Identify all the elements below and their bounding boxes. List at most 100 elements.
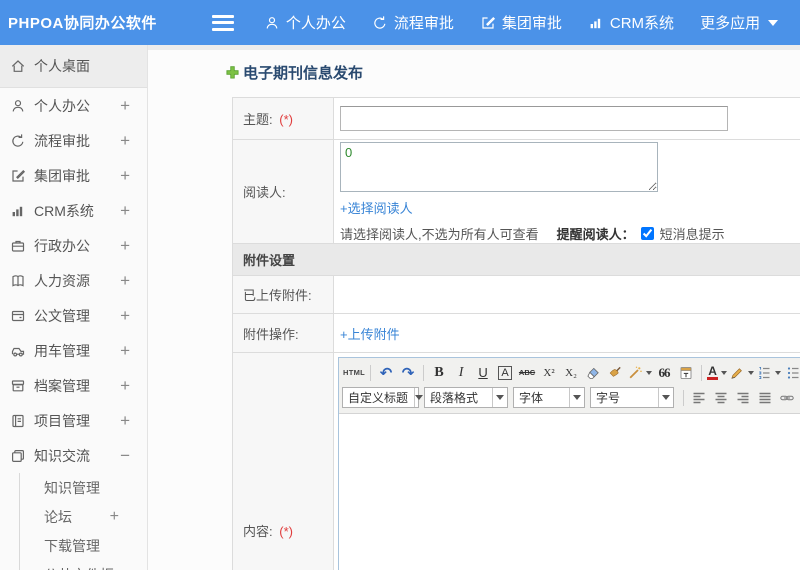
sidebar-subitem-public-file-cabinet[interactable]: 公共文件柜 [20,560,147,570]
sidebar-item-crm[interactable]: CRM系统 + [0,193,147,228]
align-left-button[interactable] [688,387,710,408]
underline-button[interactable]: U [472,362,494,383]
sidebar-subitem-download-mgmt[interactable]: 下载管理 [20,531,147,560]
chevron-down-icon [569,388,584,407]
expand-plus-icon: + [120,130,130,150]
nav-label: 集团审批 [501,15,562,32]
bold-button[interactable]: B [428,362,450,383]
editor-content-area[interactable] [339,414,800,570]
chevron-down-icon [768,19,779,26]
justify-icon [757,390,773,406]
content-panel: 电子期刊信息发布 主题: (*) 阅读人: 0 +选择阅读人 请选择阅读人,不选… [148,50,800,570]
sidebar-item-project-mgmt[interactable]: 项目管理 + [0,403,147,438]
highlight-color-button[interactable] [728,362,755,383]
required-mark: (*) [279,523,293,539]
font-style-button[interactable]: A [494,362,516,383]
readers-hint-text: 请选择阅读人,不选为所有人可查看 [340,227,539,242]
bar-chart-icon [10,203,26,219]
insert-link-button[interactable] [776,387,798,408]
eraser-icon [585,365,601,381]
app-window: PHPOA协同办公软件 个人办公 流程审批 集团审批 CRM系统 更多应用 个人… [0,0,800,570]
sidebar-item-group-approval[interactable]: 集团审批 + [0,158,147,193]
expand-plus-icon: + [120,375,130,395]
subject-label-cell: 主题: (*) [232,97,334,140]
notebook-icon [10,413,26,429]
top-header: PHPOA协同办公软件 个人办公 流程审批 集团审批 CRM系统 更多应用 [0,0,800,45]
sidebar-item-document-mgmt[interactable]: 公文管理 + [0,298,147,333]
hamburger-menu-icon[interactable] [211,14,234,31]
nav-group-approval[interactable]: 集团审批 [480,12,562,33]
clear-format-button[interactable] [604,362,626,383]
sidebar-item-archive-mgmt[interactable]: 档案管理 + [0,368,147,403]
align-center-icon [713,390,729,406]
italic-button[interactable]: I [450,362,472,383]
nav-label: 流程审批 [393,15,454,32]
sidebar-item-admin-office[interactable]: 行政办公 + [0,228,147,263]
subscript-button[interactable]: X₂ [560,362,582,383]
sidebar-item-vehicle-mgmt[interactable]: 用车管理 + [0,333,147,368]
user-icon [10,98,26,114]
sidebar-item-personal-desktop[interactable]: 个人桌面 [0,45,147,88]
magic-wand-icon [627,365,643,381]
home-icon [10,58,26,74]
sidebar-item-hr[interactable]: 人力资源 + [0,263,147,298]
custom-title-select[interactable]: 自定义标题 [342,387,424,408]
justify-button[interactable] [754,387,776,408]
remind-readers-label: 提醒阅读人： [556,227,635,242]
nav-process-approval[interactable]: 流程审批 [372,12,454,33]
sidebar-item-knowledge-exchange[interactable]: 知识交流 − [0,438,147,473]
attachments-section-header: 附件设置 [232,243,800,276]
layers-icon [10,448,26,464]
align-center-button[interactable] [710,387,732,408]
bullet-list-icon [785,365,800,381]
superscript-button[interactable]: X² [538,362,560,383]
expand-plus-icon: + [120,200,130,220]
blockquote-button[interactable]: 66 [653,362,675,383]
nav-crm-system[interactable]: CRM系统 [588,12,674,33]
font-family-select[interactable]: 字体 [513,387,585,408]
sidebar-item-personal-office[interactable]: 个人办公 + [0,88,147,123]
uploaded-attachments-label-cell: 已上传附件: [232,275,334,314]
readers-label-cell: 阅读人: [232,139,334,244]
paragraph-format-select[interactable]: 段落格式 [424,387,508,408]
sms-notify-checkbox[interactable] [640,227,654,240]
content-label-cell: 内容: (*) [232,352,334,570]
select-readers-link[interactable]: +选择阅读人 [340,198,413,217]
briefcase-icon [10,238,26,254]
align-right-button[interactable] [732,387,754,408]
sidebar-item-process-approval[interactable]: 流程审批 + [0,123,147,158]
bar-chart-icon [588,15,604,31]
undo-button[interactable]: ↶ [375,362,397,383]
subject-input[interactable] [340,106,728,131]
main-content: 电子期刊信息发布 主题: (*) 阅读人: 0 +选择阅读人 请选择阅读人,不选… [148,45,800,570]
process-arrow-icon [372,15,388,31]
unordered-list-button[interactable] [782,362,800,383]
source-code-button[interactable]: HTML [342,362,366,383]
sidebar-subitem-knowledge-mgmt[interactable]: 知识管理 [20,473,147,502]
expand-plus-icon: + [120,95,130,115]
nav-personal-office[interactable]: 个人办公 [264,12,346,33]
strikethrough-button[interactable]: ABC [516,362,538,383]
quick-format-button[interactable] [626,362,653,383]
expand-plus-icon: + [120,305,130,325]
nav-more-apps[interactable]: 更多应用 [700,12,779,33]
separator [370,364,372,381]
chevron-down-icon [720,370,727,375]
redo-button[interactable]: ↷ [397,362,419,383]
user-icon [264,15,280,31]
readers-textarea[interactable]: 0 [340,142,658,192]
link-icon [779,390,795,406]
sidebar-subitem-forum[interactable]: 论坛 + [20,502,147,531]
font-color-button[interactable]: A [706,362,728,383]
upload-attachment-link[interactable]: +上传附件 [340,327,400,342]
app-logo: PHPOA协同办公软件 [8,15,157,32]
top-nav: 个人办公 流程审批 集团审批 CRM系统 更多应用 [264,12,779,33]
ordered-list-button[interactable] [755,362,782,383]
document-icon [10,308,26,324]
edit-icon [10,168,26,184]
publish-form: 主题: (*) 阅读人: 0 +选择阅读人 请选择阅读人,不选为所有人可查看 提… [232,97,800,570]
paste-text-button[interactable] [675,362,697,383]
font-size-select[interactable]: 字号 [590,387,674,408]
eraser-button[interactable] [582,362,604,383]
numbered-list-icon [756,365,772,381]
